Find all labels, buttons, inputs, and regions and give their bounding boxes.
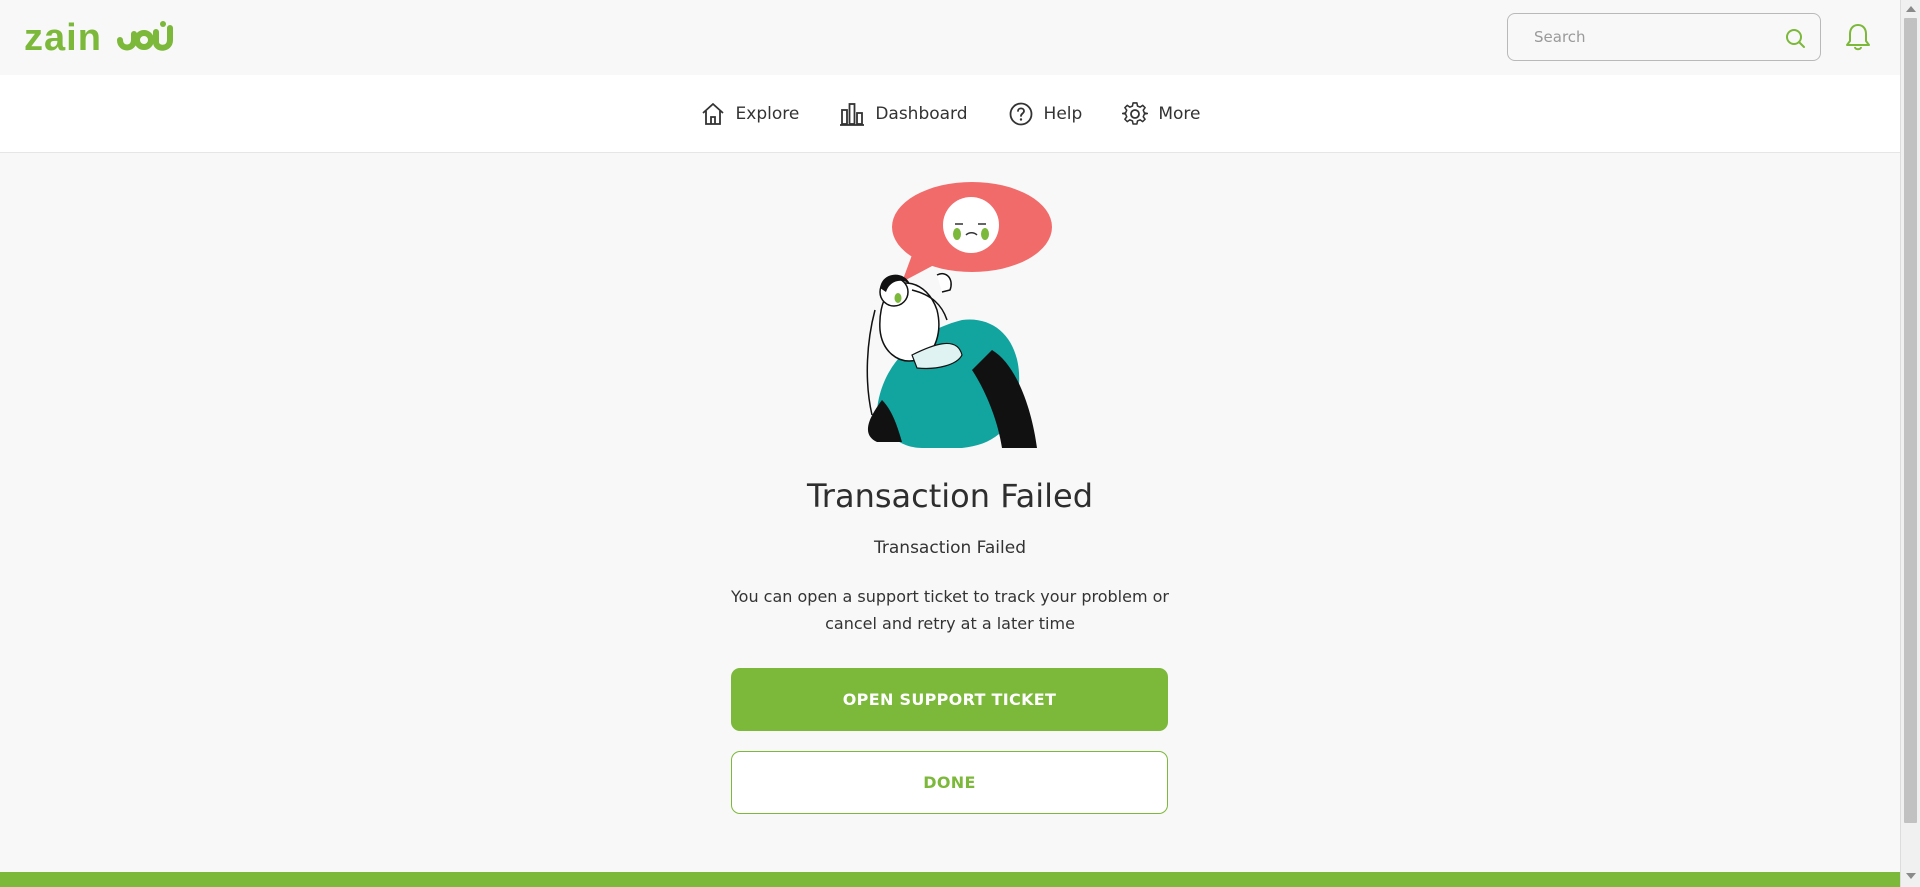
top-header: zain (0, 0, 1900, 75)
gear-icon (1122, 101, 1149, 125)
logo-text: zain (24, 17, 102, 59)
zain-logo[interactable]: zain (24, 18, 174, 58)
home-icon (701, 102, 724, 125)
open-support-ticket-button[interactable]: OPEN SUPPORT TICKET (731, 668, 1168, 731)
status-subtitle: Transaction Failed (874, 538, 1026, 558)
bell-icon[interactable] (1844, 22, 1872, 52)
transaction-status-page: Transaction Failed Transaction Failed Yo… (0, 153, 1900, 872)
nav-label: Dashboard (875, 103, 968, 124)
footer-bar (0, 872, 1900, 887)
scroll-down-arrow-icon[interactable] (1906, 873, 1916, 879)
status-description: You can open a support ticket to track y… (731, 587, 1169, 633)
nav-label: Help (1043, 103, 1083, 124)
nav-item-help[interactable]: Help (1008, 94, 1083, 134)
search-icon[interactable] (1784, 27, 1806, 49)
done-button[interactable]: DONE (731, 751, 1168, 814)
scrollbar-thumb[interactable] (1904, 18, 1917, 823)
status-title: Transaction Failed (806, 477, 1094, 515)
nav-label: Explore (735, 103, 800, 124)
question-circle-icon (1009, 102, 1032, 125)
nav-item-explore[interactable]: Explore (700, 94, 800, 134)
search-input[interactable] (1520, 14, 1770, 60)
nav-item-dashboard[interactable]: Dashboard (839, 94, 968, 134)
bar-chart-icon (840, 102, 865, 126)
logo-arabic-mark (116, 21, 173, 51)
vertical-scrollbar[interactable] (1900, 0, 1920, 887)
sad-person-illustration (866, 182, 1052, 448)
nav-item-more[interactable]: More (1122, 94, 1200, 134)
search-box[interactable] (1507, 13, 1821, 61)
scroll-up-arrow-icon[interactable] (1906, 6, 1916, 12)
nav-items: Explore Dashboard Help More (0, 75, 1900, 152)
nav-label: More (1158, 103, 1201, 124)
main-nav: Explore Dashboard Help More (0, 75, 1900, 153)
